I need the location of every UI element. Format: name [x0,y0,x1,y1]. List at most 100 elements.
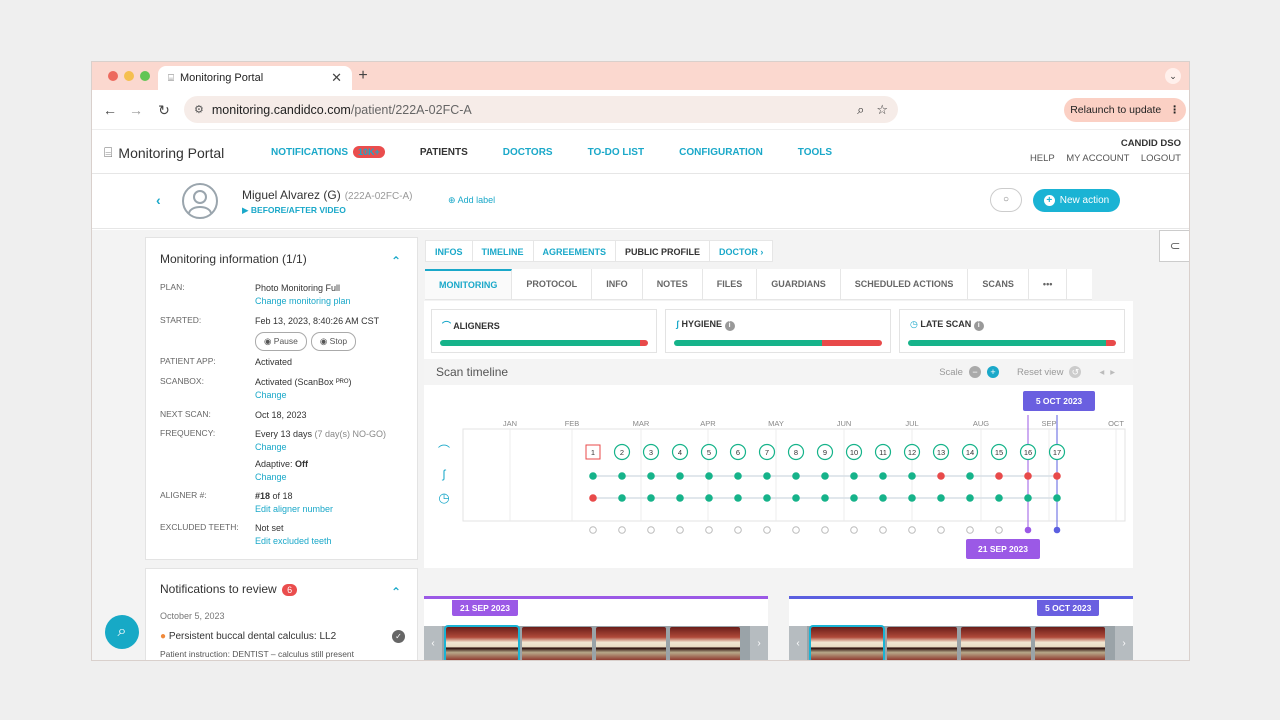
collapse-chevron-icon[interactable]: ⌃ [391,254,401,268]
edit-aligner-link[interactable]: Edit aligner number [255,504,333,514]
bookmark-star-icon[interactable]: ☆ [876,102,888,118]
tab-guardians[interactable]: GUARDIANS [757,269,841,299]
photo-thumbnail[interactable] [887,627,957,660]
brand[interactable]: ⌸ Monitoring Portal [104,144,224,161]
metric-hygiene[interactable]: ʃ HYGIENE i [665,309,891,353]
tab-search-icon[interactable]: ⌄ [1165,68,1181,84]
zoom-in-icon[interactable]: + [986,366,999,378]
metric-aligners[interactable]: ⌒ ALIGNERS [431,309,657,353]
aligner-label: ALIGNER #: [160,490,207,500]
change-plan-link[interactable]: Change monitoring plan [255,296,351,306]
tab-infos[interactable]: INFOS [425,240,473,262]
scan-number: 8 [794,448,798,457]
photo-thumbnail[interactable] [961,627,1031,660]
tab-monitoring[interactable]: MONITORING [425,269,513,299]
photo-thumbnail[interactable] [444,625,520,660]
next-icon[interactable]: ▸ [1110,367,1115,378]
back-arrow-icon[interactable]: ← [102,102,118,118]
tab-protocol[interactable]: PROTOCOL [512,269,593,299]
reset-view-button[interactable]: Reset view [1017,367,1063,378]
collapse-panel-icon[interactable]: ⊂ [1159,230,1189,262]
check-icon[interactable]: ✓ [392,630,405,643]
pause-button[interactable]: ◉ Pause [255,332,307,351]
maximize-window-icon[interactable] [140,71,150,81]
url-bar[interactable]: ⚙ monitoring.candidco.com/patient/222A-0… [184,96,898,123]
nav-doctors[interactable]: DOCTORS [503,147,553,158]
tab-scans[interactable]: SCANS [968,269,1029,299]
scan-number: 3 [649,448,653,457]
minimize-window-icon[interactable] [124,71,134,81]
nav-configuration[interactable]: CONFIGURATION [679,147,763,158]
tab-public-profile[interactable]: PUBLIC PROFILE [615,240,711,262]
forward-arrow-icon[interactable]: → [128,102,144,118]
tab-files[interactable]: FILES [703,269,758,299]
back-chevron-icon[interactable]: ‹ [156,192,161,208]
nav-patients[interactable]: PATIENTS [420,147,468,158]
tab-scheduled-actions[interactable]: SCHEDULED ACTIONS [841,269,969,299]
reload-icon[interactable]: ↻ [156,102,172,118]
tab-timeline[interactable]: TIMELINE [471,240,534,262]
help-link[interactable]: HELP [1030,153,1055,164]
new-action-button[interactable]: + New action [1033,189,1120,212]
close-window-icon[interactable] [108,71,118,81]
left-strip-next-icon[interactable]: › [750,626,768,660]
before-after-video-link[interactable]: ▶ BEFORE/AFTER VIDEO [242,205,346,216]
collapse-chevron-icon[interactable]: ⌃ [391,585,401,599]
aligner-status-dot [763,472,771,480]
browser-tab[interactable]: ⌸ Monitoring Portal ✕ [158,66,352,90]
aligner-status-dot [879,472,887,480]
aligner-status-dot [966,472,974,480]
info-icon[interactable]: i [724,321,735,331]
photo-thumbnail[interactable] [596,627,666,660]
tab-info[interactable]: INFO [592,269,643,299]
tab-doctor[interactable]: DOCTOR › [709,240,774,262]
hygiene-status-dot [792,494,800,502]
notification-item[interactable]: ● Persistent buccal dental calculus: LL2… [160,630,405,643]
zoom-out-icon[interactable]: − [968,366,981,378]
chat-button[interactable]: ○ [990,188,1022,212]
search-fab-icon[interactable]: ⌕ [105,615,139,649]
main-nav: NOTIFICATIONS 10K+ PATIENTS DOCTORS TO-DO… [271,146,832,158]
site-settings-icon[interactable]: ⚙ [194,103,204,116]
edit-teeth-link[interactable]: Edit excluded teeth [255,536,332,546]
info-icon[interactable]: i [973,321,984,331]
month-label: JAN [503,419,517,428]
patient-app-value: Activated [255,357,293,367]
patient-app-label: PATIENT APP: [160,356,216,366]
logout-link[interactable]: LOGOUT [1141,153,1181,164]
month-label: MAR [633,419,650,428]
stop-button[interactable]: ◉ Stop [310,332,357,351]
photo-thumbnail[interactable] [670,627,740,660]
scan-number: 16 [1024,448,1032,457]
relaunch-button[interactable]: Relaunch to update ⋮ [1064,98,1186,122]
notification-date: October 5, 2023 [160,611,225,621]
add-label-button[interactable]: ⊕ Add label [448,195,495,206]
zoom-icon[interactable]: ⌕ [857,102,864,118]
tab-agreements[interactable]: AGREEMENTS [532,240,617,262]
new-tab-icon[interactable]: + [354,67,372,85]
reset-icon[interactable]: ↺ [1069,366,1082,378]
nav-todo[interactable]: TO-DO LIST [588,147,644,158]
photo-thumbnail[interactable] [1035,627,1105,660]
more-menu-icon[interactable]: ⋮ [1169,104,1180,116]
close-tab-icon[interactable]: ✕ [331,70,342,86]
patient-id: (222A-02FC-A) [344,191,413,202]
left-strip-prev-icon[interactable]: ‹ [424,626,442,660]
change-frequency-link[interactable]: Change [255,442,287,452]
my-account-link[interactable]: MY ACCOUNT [1066,153,1129,164]
browser-tab-bar: ⌸ Monitoring Portal ✕ + ⌄ [92,62,1189,90]
avatar[interactable] [182,183,218,219]
photo-thumbnail[interactable] [809,625,885,660]
tab-notes[interactable]: NOTES [643,269,703,299]
nav-notifications[interactable]: NOTIFICATIONS 10K+ [271,146,385,158]
right-strip-prev-icon[interactable]: ‹ [789,626,807,660]
prev-icon[interactable]: ◂ [1099,367,1104,378]
plus-circle-icon: ⊕ [448,195,456,205]
right-strip-next-icon[interactable]: › [1115,626,1133,660]
metric-late-scan[interactable]: ◷ LATE SCAN i [899,309,1125,353]
change-scanbox-link[interactable]: Change [255,390,287,400]
tab-more[interactable]: ••• [1029,269,1068,299]
change-adaptive-link[interactable]: Change [255,472,287,482]
photo-thumbnail[interactable] [522,627,592,660]
nav-tools[interactable]: TOOLS [798,147,832,158]
